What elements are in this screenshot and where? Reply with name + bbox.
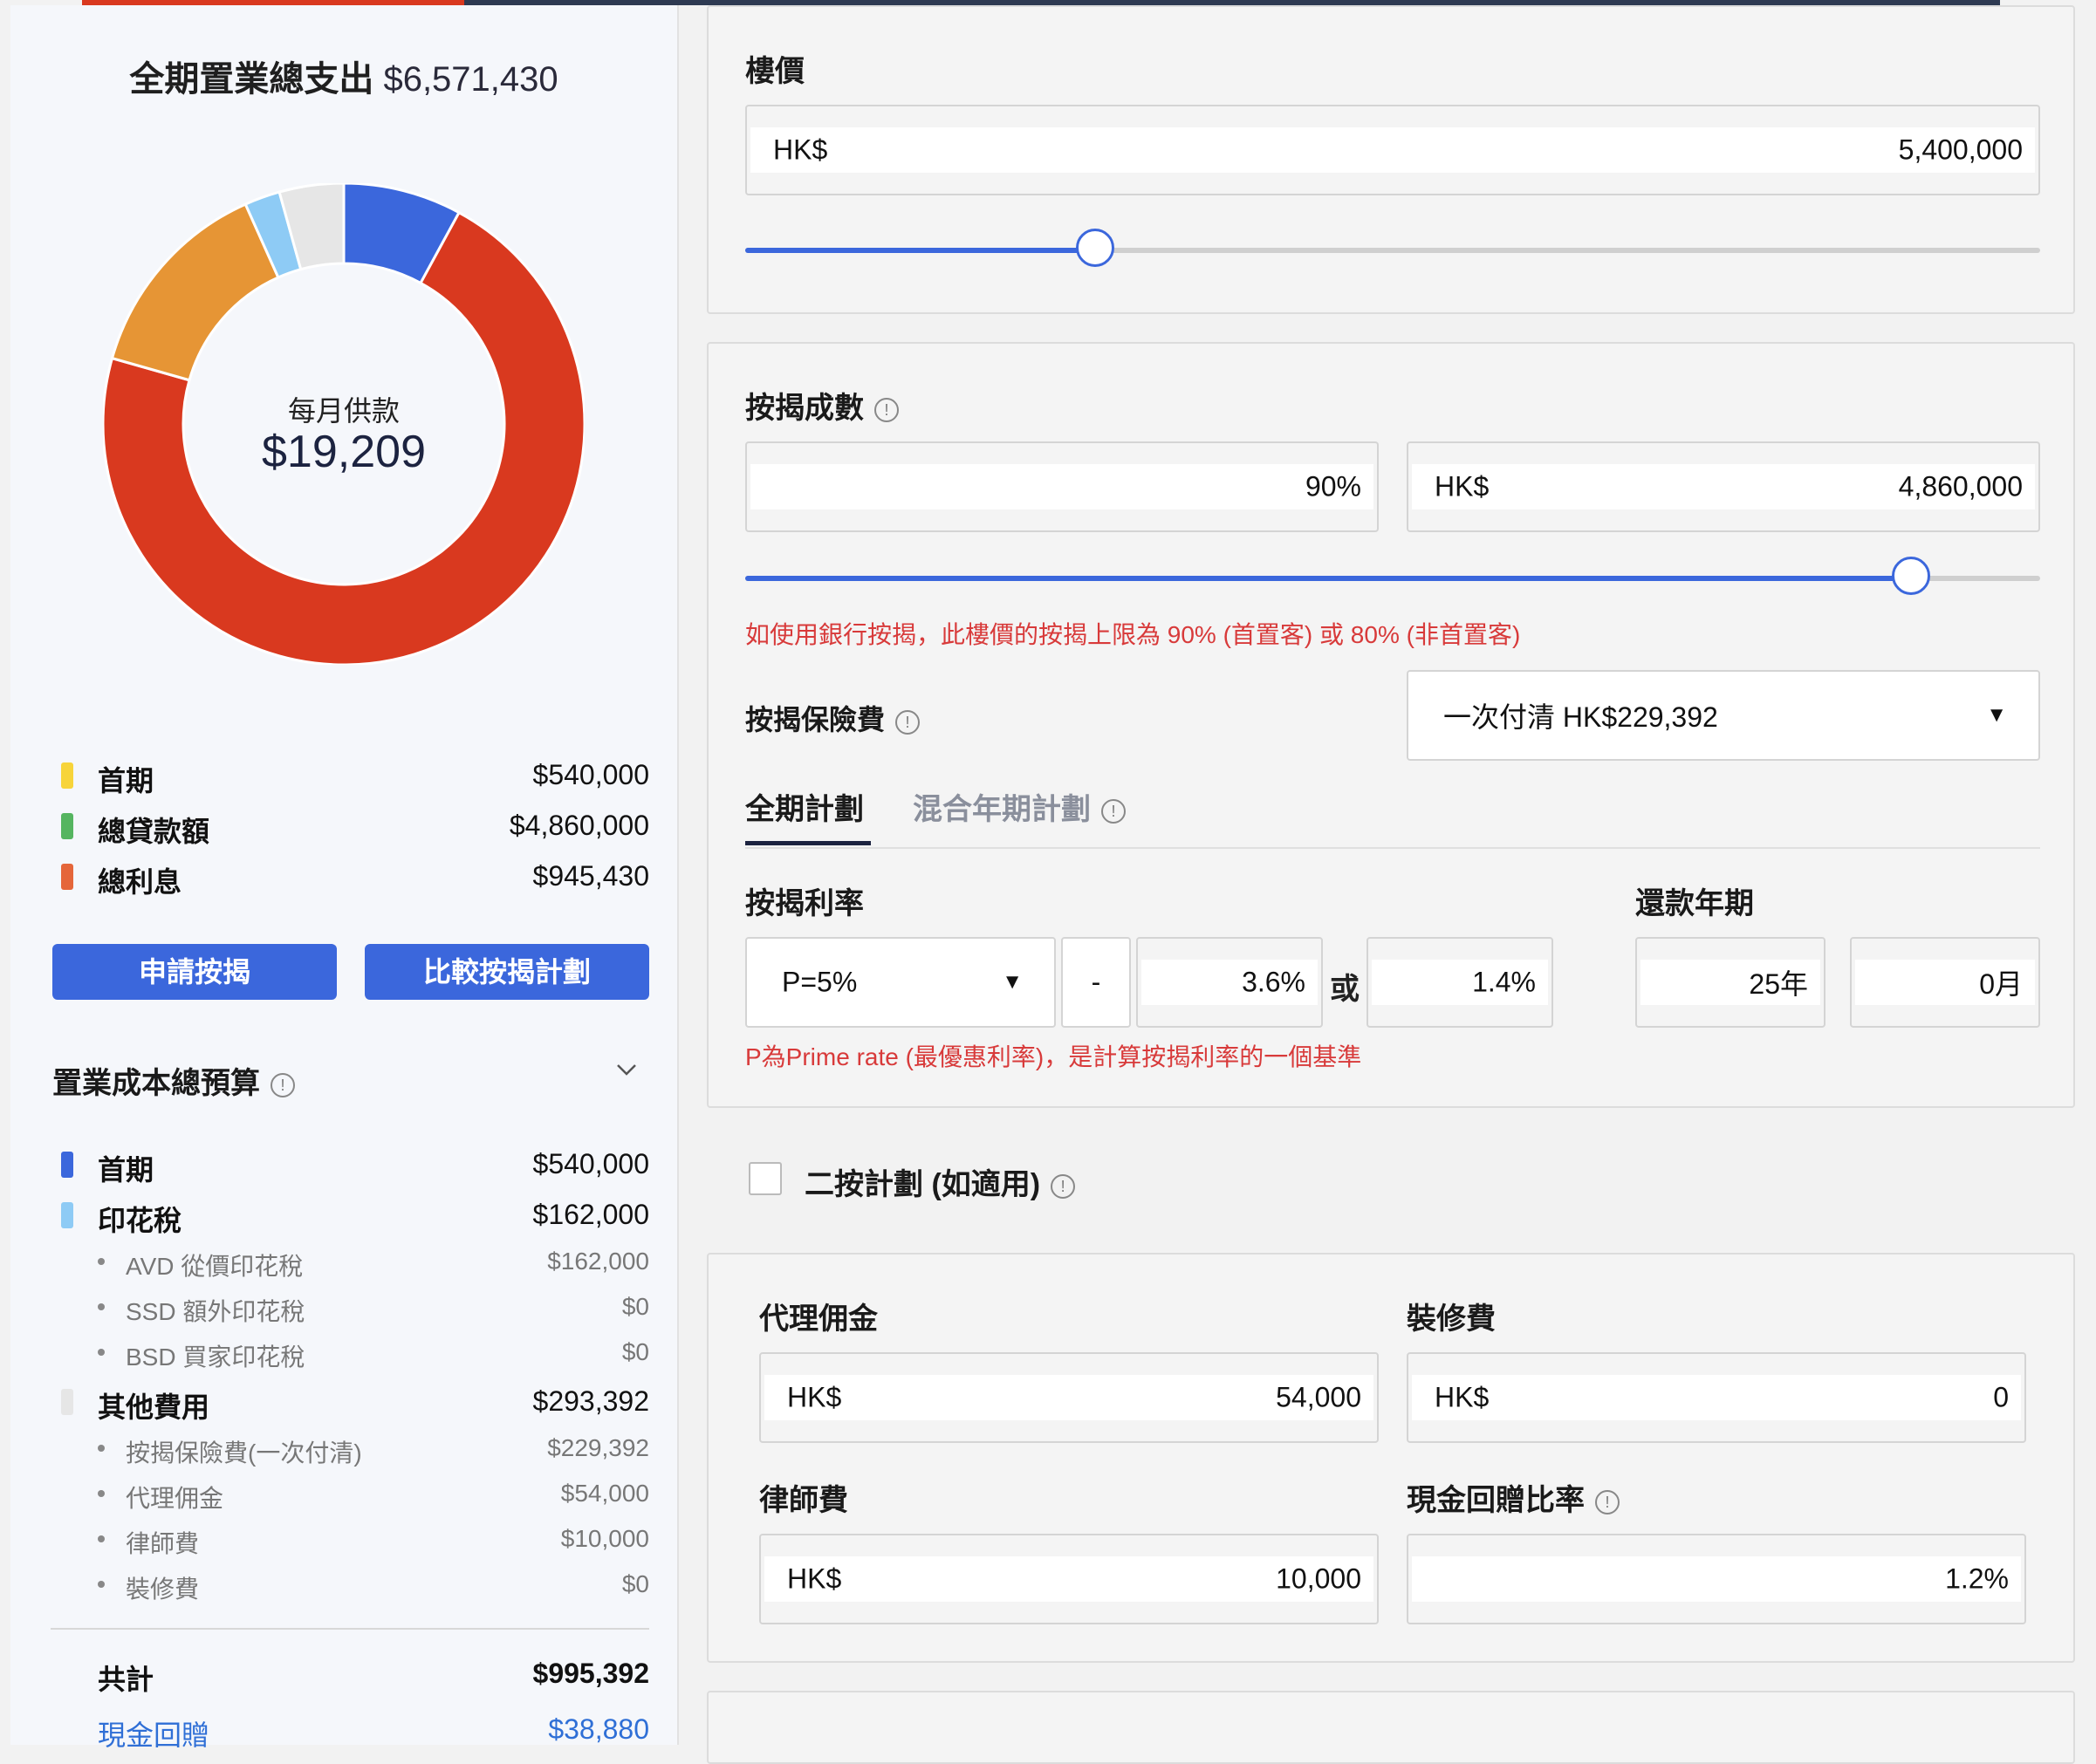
budget-subrow-avd: AVD 從價印花稅 $162,000 [51,1244,649,1281]
second-mortgage-checkbox[interactable] [749,1162,782,1195]
price-label: 樓價 [745,55,805,88]
compare-plans-button[interactable]: 比較按揭計劃 [365,944,649,1000]
budget-subrow-ssd: SSD 額外印花稅 $0 [51,1289,649,1326]
rate-operator-select[interactable]: - [1061,937,1131,1028]
budget-row-stamp-duty: 印花稅 $162,000 [51,1195,649,1236]
term-months-input[interactable]: 0月 [1850,937,2040,1028]
price-slider-fill [745,248,1095,253]
price-card: 樓價 HK$ 5,400,000 [707,5,2075,314]
chevron-down-icon[interactable] [614,1057,639,1082]
legend-down-payment: 首期 $540,000 [51,756,649,797]
insurance-select[interactable]: 一次付清 HK$229,392 ▼ [1407,670,2040,761]
dropdown-arrow-icon: ▼ [1986,703,2007,727]
budget-total-row: 共計 $995,392 [98,1658,649,1695]
fees-card: 代理佣金 裝修費 HK$ 54,000 HK$ 0 律師費 現金回贈比率! HK… [707,1253,2075,1663]
legend-swatch [61,813,73,839]
monthly-payment-label: 每月供款 [287,395,400,427]
price-slider-handle[interactable] [1075,229,1114,267]
budget-subrow-bsd: BSD 買家印花稅 $0 [51,1335,649,1371]
dropdown-arrow-icon: ▼ [1002,970,1023,994]
cashback-ratio-input[interactable]: 1.2% [1407,1534,2026,1624]
legend-swatch [61,762,73,789]
price-input[interactable]: HK$ 5,400,000 [745,105,2040,195]
budget-section-title[interactable]: 置業成本總預算! [52,1059,295,1102]
mortgage-ratio-title[interactable]: 按揭成數! [745,384,899,427]
info-icon[interactable]: ! [874,398,899,423]
mortgage-limit-note: 如使用銀行按揭，此樓價的按揭上限為 90% (首置客) 或 80% (非首置客) [745,621,1521,648]
budget-row-other-fees: 其他費用 $293,392 [51,1382,649,1423]
mortgage-percent-input[interactable]: 90% [745,441,1379,532]
second-mortgage-label[interactable]: 二按計劃 (如適用)! [805,1160,1076,1203]
budget-cashback-row: 現金回贈 $38,880 [98,1713,649,1751]
or-label: 或 [1330,973,1360,1006]
budget-subrow-insurance: 按揭保險費(一次付清) $229,392 [51,1431,649,1467]
prime-rate-select[interactable]: P=5% ▼ [745,937,1056,1028]
info-icon[interactable]: ! [271,1073,295,1098]
renovation-fee-label: 裝修費 [1407,1302,1496,1336]
info-icon[interactable]: ! [1595,1490,1620,1515]
budget-row-down-payment: 首期 $540,000 [51,1145,649,1186]
info-icon[interactable]: ! [1051,1174,1076,1200]
total-expense-value: $6,571,430 [383,60,558,99]
divider [51,1628,649,1630]
legend-total-interest: 總利息 $945,430 [51,857,649,899]
donut-segment-2 [110,202,280,382]
mortgage-slider-track[interactable] [745,576,2040,581]
budget-subrow-agent: 代理佣金 $54,000 [51,1476,649,1513]
budget-subrow-lawyer: 律師費 $10,000 [51,1521,649,1558]
legend-loan-amount: 總貸款額 $4,860,000 [51,806,649,848]
agent-fee-label: 代理佣金 [759,1302,878,1336]
total-expense-label: 全期置業總支出 [129,60,374,99]
total-expense-title: 全期置業總支出 $6,571,430 [10,51,677,101]
info-icon[interactable]: ! [1101,799,1126,824]
cashback-ratio-label: 現金回贈比率! [1407,1476,1620,1519]
agent-fee-input[interactable]: HK$ 54,000 [759,1352,1379,1443]
mortgage-amount-input[interactable]: HK$ 4,860,000 [1407,441,2040,532]
mortgage-card: 按揭成數! 90% HK$ 4,860,000 如使用銀行按揭，此樓價的按揭上限… [707,342,2075,1108]
price-slider-track[interactable] [745,248,2040,253]
tax-card [707,1691,2075,1764]
renovation-fee-input[interactable]: HK$ 0 [1407,1352,2026,1443]
summary-panel: 全期置業總支出 $6,571,430 每月供款 $19,209 首期 $540,… [10,5,679,1751]
term-years-input[interactable]: 25年 [1635,937,1825,1028]
apply-mortgage-button[interactable]: 申請按揭 [52,944,337,1000]
tab-divider [745,847,2040,849]
legend-swatch [61,864,73,890]
rate-spread-input[interactable]: 3.6% [1136,937,1323,1028]
effective-rate-input[interactable]: 1.4% [1367,937,1553,1028]
mortgage-slider-handle[interactable] [1891,557,1930,595]
tab-full-term-plan[interactable]: 全期計劃 [745,785,864,828]
info-icon[interactable]: ! [895,709,921,735]
interest-rate-label: 按揭利率 [745,887,864,920]
mortgage-slider-fill [745,576,1911,581]
lawyer-fee-input[interactable]: HK$ 10,000 [759,1534,1379,1624]
prime-rate-note: P為Prime rate (最優惠利率)，是計算按揭利率的一個基準 [745,1043,1362,1070]
tab-hybrid-plan[interactable]: 混合年期計劃! [913,785,1126,828]
budget-subrow-renovation: 裝修費 $0 [51,1567,649,1603]
monthly-payment-value: $19,209 [262,427,426,477]
active-tab-indicator [745,841,871,845]
repayment-term-label: 還款年期 [1635,887,1754,920]
insurance-label: 按揭保險費! [745,698,921,738]
lawyer-fee-label: 律師費 [759,1484,848,1517]
